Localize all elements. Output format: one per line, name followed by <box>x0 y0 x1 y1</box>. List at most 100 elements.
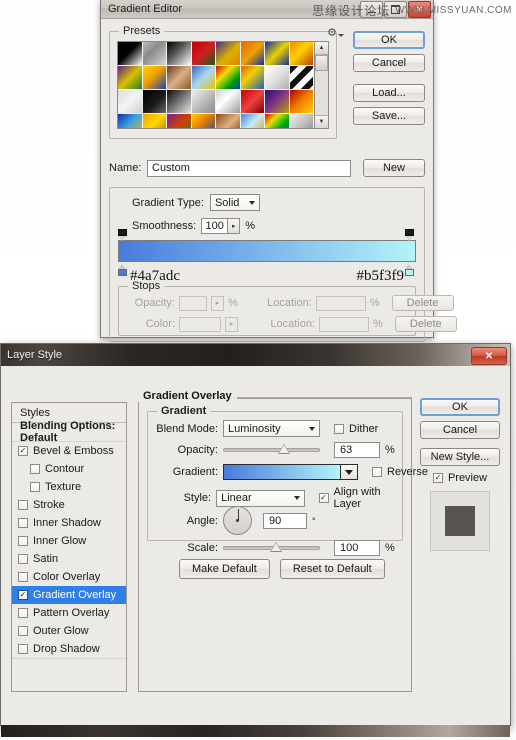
preset-swatch[interactable] <box>289 42 314 66</box>
style-item-checkbox[interactable] <box>18 626 28 636</box>
smoothness-value[interactable]: 100 <box>201 218 228 234</box>
ok-button[interactable]: OK <box>420 398 500 416</box>
new-button[interactable]: New <box>363 159 425 177</box>
preset-swatch[interactable] <box>142 42 167 66</box>
blend-mode-select[interactable]: Luminosity <box>223 420 320 437</box>
dither-checkbox[interactable] <box>334 423 344 434</box>
style-item-checkbox[interactable] <box>18 518 28 528</box>
preset-swatch[interactable] <box>191 66 216 90</box>
style-list-item-outer-glow[interactable]: Outer Glow <box>12 622 126 640</box>
preset-swatch[interactable] <box>289 66 314 90</box>
preset-swatch[interactable] <box>167 90 192 114</box>
scrollbar-track[interactable] <box>315 71 328 115</box>
style-list-item-satin[interactable]: Satin <box>12 550 126 568</box>
style-list-item-texture[interactable]: Texture <box>12 478 126 496</box>
scale-slider-knob[interactable] <box>270 542 283 560</box>
preset-swatch[interactable] <box>118 114 143 128</box>
style-item-checkbox[interactable] <box>18 572 28 582</box>
style-item-checkbox[interactable] <box>18 500 28 510</box>
preset-swatch[interactable] <box>118 66 143 90</box>
preset-swatch[interactable] <box>240 66 265 90</box>
preset-swatch[interactable] <box>118 90 143 114</box>
style-item-checkbox[interactable]: ✓ <box>18 590 28 600</box>
close-icon[interactable]: ✕ <box>408 1 431 18</box>
style-list-item-bevel-emboss[interactable]: ✓ Bevel & Emboss <box>12 442 126 460</box>
preset-swatch[interactable] <box>216 42 241 66</box>
preset-swatch[interactable] <box>216 90 241 114</box>
gradient-editor-titlebar[interactable]: Gradient Editor ✕ <box>101 0 433 19</box>
scroll-down-icon[interactable]: ▼ <box>315 115 328 128</box>
style-list-item-inner-shadow[interactable]: Inner Shadow <box>12 514 126 532</box>
preset-swatch[interactable] <box>289 90 314 114</box>
preset-swatch[interactable] <box>265 114 290 128</box>
cancel-button[interactable]: Cancel <box>353 54 425 72</box>
style-list-item-stroke[interactable]: Stroke <box>12 496 126 514</box>
opacity-slider[interactable] <box>223 444 320 456</box>
opacity-stop-left[interactable] <box>118 229 127 241</box>
make-default-button[interactable]: Make Default <box>179 559 270 579</box>
preset-swatch[interactable] <box>191 114 216 128</box>
opacity-slider-track[interactable] <box>223 448 320 452</box>
preset-swatch[interactable] <box>142 66 167 90</box>
scrollbar-thumb[interactable] <box>315 55 328 71</box>
style-list-item-color-overlay[interactable]: Color Overlay <box>12 568 126 586</box>
style-item-checkbox[interactable]: ✓ <box>18 446 28 456</box>
preset-swatch[interactable] <box>167 66 192 90</box>
angle-input[interactable]: 90 <box>263 512 307 529</box>
style-item-checkbox[interactable] <box>18 644 28 654</box>
gradient-picker[interactable] <box>223 464 358 480</box>
align-checkbox-row[interactable]: ✓ Align with Layer <box>318 486 403 510</box>
preset-swatch[interactable] <box>265 66 290 90</box>
preset-swatch[interactable] <box>191 90 216 114</box>
opacity-stop-right[interactable] <box>405 229 414 241</box>
style-item-checkbox[interactable] <box>18 554 28 564</box>
presets-menu-button[interactable]: ⚙ <box>327 28 344 39</box>
gradient-type-select[interactable]: Solid <box>209 194 261 211</box>
style-list-item-blending-options-default[interactable]: Blending Options: Default <box>12 420 126 444</box>
close-icon[interactable]: ✕ <box>471 347 507 365</box>
style-item-checkbox[interactable] <box>30 464 40 474</box>
style-item-checkbox[interactable] <box>18 608 28 618</box>
opacity-input[interactable]: 63 <box>334 442 380 458</box>
style-select[interactable]: Linear <box>216 489 305 507</box>
presets-grid-container[interactable] <box>117 41 315 129</box>
opacity-slider-knob[interactable] <box>278 444 291 462</box>
preset-swatch[interactable] <box>191 42 216 66</box>
gradient-swatch[interactable] <box>223 464 341 480</box>
cancel-button[interactable]: Cancel <box>420 421 500 439</box>
reset-to-default-button[interactable]: Reset to Default <box>279 559 385 579</box>
gradient-ramp[interactable] <box>118 240 416 262</box>
dither-checkbox-row[interactable]: Dither <box>334 423 378 435</box>
scale-slider[interactable] <box>223 542 320 554</box>
preset-swatch[interactable] <box>240 90 265 114</box>
preset-swatch[interactable] <box>216 114 241 128</box>
preset-swatch[interactable] <box>167 42 192 66</box>
preset-swatch[interactable] <box>216 66 241 90</box>
preset-swatch[interactable] <box>142 90 167 114</box>
minimize-icon[interactable] <box>360 1 383 18</box>
preview-checkbox-row[interactable]: ✓ Preview <box>420 472 500 484</box>
save-button[interactable]: Save... <box>353 107 425 125</box>
style-list-item-inner-glow[interactable]: Inner Glow <box>12 532 126 550</box>
name-input[interactable]: Custom <box>147 159 351 177</box>
chevron-down-icon[interactable] <box>341 464 358 480</box>
load-button[interactable]: Load... <box>353 84 425 102</box>
scroll-up-icon[interactable]: ▲ <box>315 42 328 55</box>
maximize-icon[interactable] <box>384 1 407 18</box>
style-list-item-gradient-overlay[interactable]: ✓ Gradient Overlay <box>12 586 126 604</box>
stepper-arrow-icon[interactable]: ▸ <box>227 218 241 234</box>
style-list-item-pattern-overlay[interactable]: Pattern Overlay <box>12 604 126 622</box>
preset-swatch[interactable] <box>142 114 167 128</box>
preset-swatch[interactable] <box>289 114 314 128</box>
presets-scrollbar[interactable]: ▲ ▼ <box>314 41 329 129</box>
preset-swatch[interactable] <box>265 90 290 114</box>
smoothness-stepper[interactable]: 100 ▸ <box>201 218 241 234</box>
preset-swatch[interactable] <box>118 42 143 66</box>
align-with-layer-checkbox[interactable]: ✓ <box>318 493 329 503</box>
reverse-checkbox[interactable] <box>372 467 382 477</box>
scale-input[interactable]: 100 <box>334 540 380 556</box>
style-list-item-contour[interactable]: Contour <box>12 460 126 478</box>
preset-swatch[interactable] <box>240 114 265 128</box>
angle-dial[interactable] <box>223 506 252 535</box>
preset-swatch[interactable] <box>240 42 265 66</box>
